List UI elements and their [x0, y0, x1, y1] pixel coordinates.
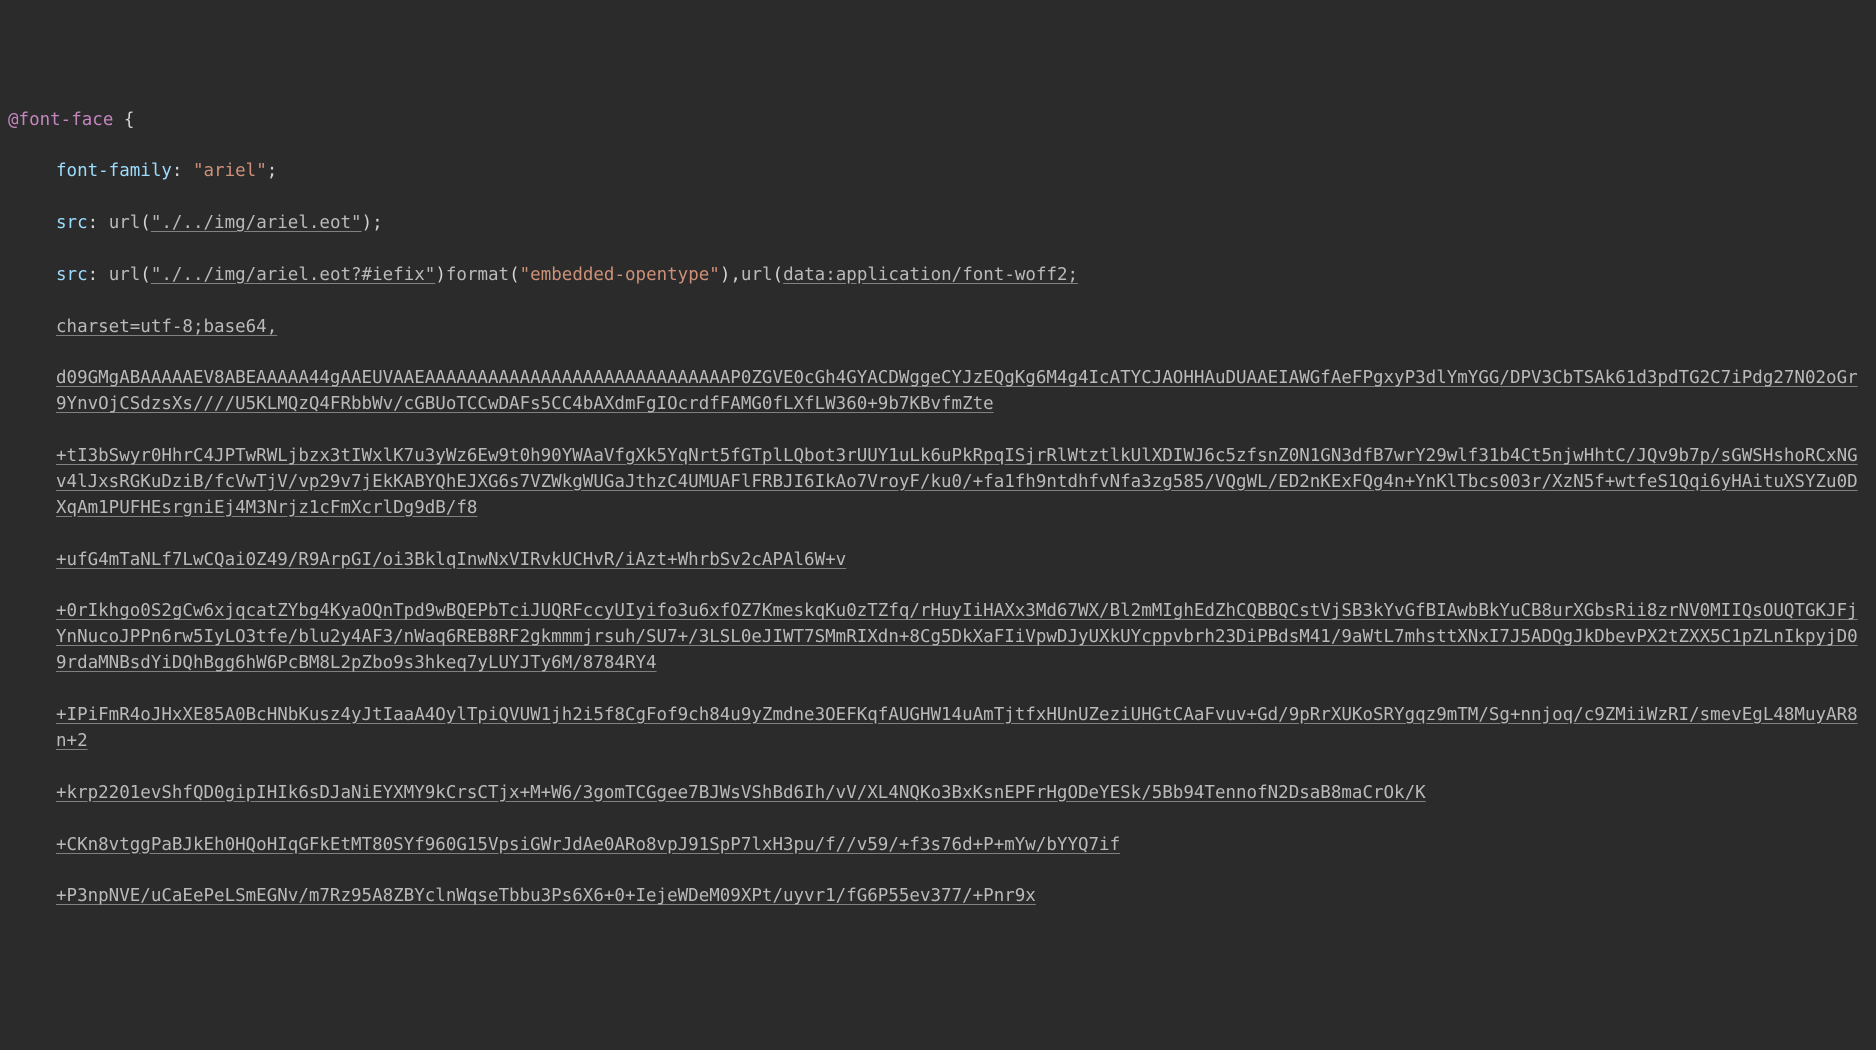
property-src: src — [56, 213, 88, 233]
data-uri-prefix: data:application/font-woff2; — [783, 265, 1078, 285]
format-value: "embedded-opentype" — [520, 265, 720, 285]
url-func: url — [109, 213, 141, 233]
property-font-family: font-family — [56, 161, 172, 181]
url-func: url — [109, 265, 141, 285]
code-wrap-7: +krp2201evShfQD0gipIHIk6sDJaNiEYXMY9kCrs… — [8, 781, 1868, 807]
code-line-3: src: url("./../img/ariel.eot"); — [8, 211, 1868, 237]
base64-data: charset=utf-8;base64, — [56, 317, 277, 337]
code-line-1: @font-face { — [8, 108, 1868, 134]
brace-open: { — [113, 110, 134, 130]
base64-data: +P3npNVE/uCaEePeLSmEGNv/m7Rz95A8ZBYclnWq… — [56, 886, 1036, 906]
code-wrap-5: +0rIkhgo0S2gCw6xjqcatZYbg4KyaOQnTpd9wBQE… — [8, 599, 1868, 677]
code-wrap-2: d09GMgABAAAAAEV8ABEAAAAA44gAAEUVAAEAAAAA… — [8, 366, 1868, 418]
code-wrap-3: +tI3bSwyr0HhrC4JPTwRWLjbzx3tIWxlK7u3yWz6… — [8, 444, 1868, 522]
url-func: url — [741, 265, 773, 285]
url-content: "./../img/ariel.eot" — [151, 213, 362, 233]
base64-data: +tI3bSwyr0HhrC4JPTwRWLjbzx3tIWxlK7u3yWz6… — [56, 446, 1858, 518]
format-func: format — [446, 265, 509, 285]
property-src: src — [56, 265, 88, 285]
code-wrap-9: +P3npNVE/uCaEePeLSmEGNv/m7Rz95A8ZBYclnWq… — [8, 884, 1868, 910]
code-line-4: src: url("./../img/ariel.eot?#iefix")for… — [8, 263, 1868, 289]
at-rule: @font-face — [8, 110, 113, 130]
base64-data: +IPiFmR4oJHxXE85A0BcHNbKusz4yJtIaaA4OylT… — [56, 705, 1858, 751]
url-content: "./../img/ariel.eot?#iefix" — [151, 265, 435, 285]
base64-data: +0rIkhgo0S2gCw6xjqcatZYbg4KyaOQnTpd9wBQE… — [56, 601, 1858, 673]
code-wrap-6: +IPiFmR4oJHxXE85A0BcHNbKusz4yJtIaaA4OylT… — [8, 703, 1868, 755]
base64-data: +krp2201evShfQD0gipIHIk6sDJaNiEYXMY9kCrs… — [56, 783, 1426, 803]
base64-data: +ufG4mTaNLf7LwCQai0Z49/R9ArpGI/oi3BklqIn… — [56, 550, 846, 570]
code-wrap-8: +CKn8vtggPaBJkEh0HQoHIqGFkEtMT80SYf960G1… — [8, 833, 1868, 859]
code-wrap-4: +ufG4mTaNLf7LwCQai0Z49/R9ArpGI/oi3BklqIn… — [8, 548, 1868, 574]
base64-data: +CKn8vtggPaBJkEh0HQoHIqGFkEtMT80SYf960G1… — [56, 835, 1120, 855]
code-line-2: font-family: "ariel"; — [8, 159, 1868, 185]
base64-data: d09GMgABAAAAAEV8ABEAAAAA44gAAEUVAAEAAAAA… — [56, 368, 1858, 414]
string-value: "ariel" — [193, 161, 267, 181]
code-wrap-1: charset=utf-8;base64, — [8, 315, 1868, 341]
